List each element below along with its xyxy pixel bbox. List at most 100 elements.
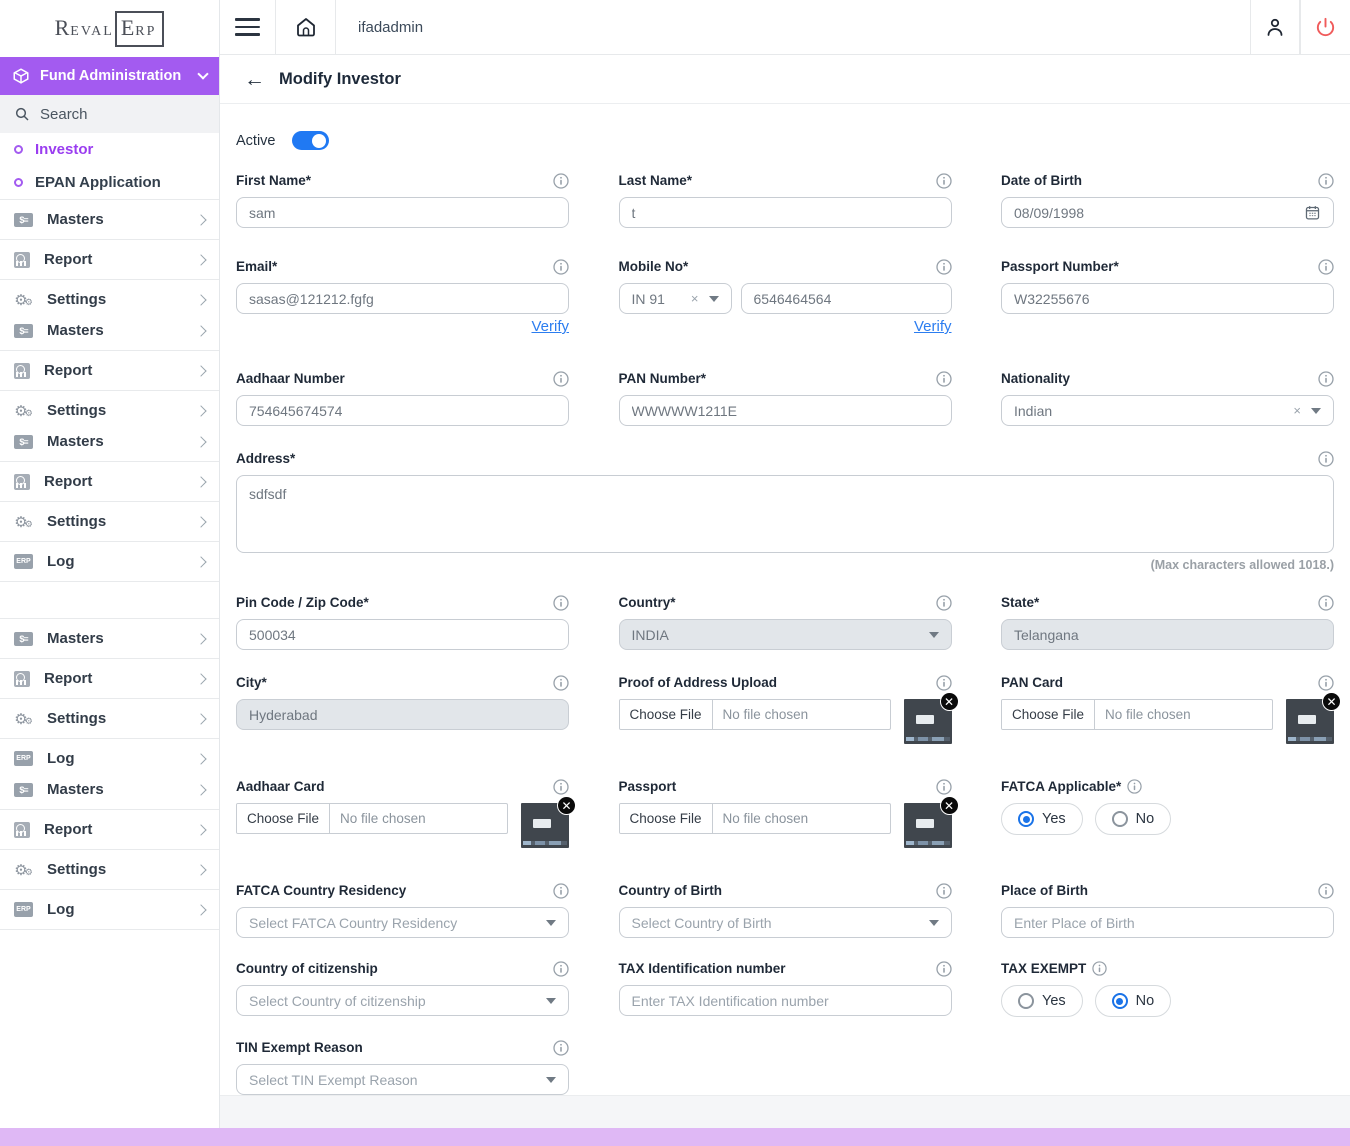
info-icon: [936, 961, 952, 977]
sidebar-item-masters[interactable]: Masters: [0, 204, 219, 235]
clear-icon[interactable]: ×: [691, 291, 699, 306]
city-field: City* Hyderabad: [236, 674, 569, 744]
email-input[interactable]: [236, 283, 569, 314]
sidebar-item-report[interactable]: Report: [0, 814, 219, 845]
citizenship-select[interactable]: Select Country of citizenship: [236, 985, 569, 1016]
hamburger-menu-button[interactable]: [220, 0, 276, 54]
aadhaar-number-input[interactable]: [236, 395, 569, 426]
country-code-value: IN 91: [632, 291, 665, 307]
info-icon: [936, 371, 952, 387]
active-toggle[interactable]: [292, 131, 329, 150]
logout-button[interactable]: [1300, 0, 1350, 54]
sidebar-item-log[interactable]: Log: [0, 743, 219, 774]
sidebar-item-settings[interactable]: Settings: [0, 506, 219, 537]
fatca-yes-radio[interactable]: Yes: [1001, 803, 1083, 835]
log-icon: [14, 751, 33, 766]
nationality-field: Nationality Indian ×: [1001, 370, 1334, 426]
home-button[interactable]: [276, 0, 336, 54]
tin-input[interactable]: [619, 985, 952, 1016]
sidebar-item-masters[interactable]: Masters: [0, 426, 219, 457]
country-code-select[interactable]: IN 91 ×: [619, 283, 732, 314]
country-label: Country*: [619, 595, 676, 610]
sidebar-item-settings[interactable]: Settings: [0, 284, 219, 315]
choose-file-button[interactable]: Choose File: [1002, 700, 1095, 729]
aadhaar-card-thumbnail[interactable]: ✕: [521, 803, 569, 848]
pin-code-input[interactable]: [236, 619, 569, 650]
sidebar-item-investor[interactable]: Investor: [0, 133, 219, 166]
report-icon: [14, 671, 30, 687]
clear-icon[interactable]: ×: [1293, 403, 1301, 418]
proof-of-address-thumbnail[interactable]: ✕: [904, 699, 952, 744]
info-icon: [553, 595, 569, 611]
aadhaar-card-file-input[interactable]: Choose File No file chosen: [236, 803, 508, 834]
info-icon: [553, 675, 569, 691]
sidebar-item-masters[interactable]: Masters: [0, 774, 219, 805]
info-icon: [553, 1040, 569, 1056]
first-name-input[interactable]: [236, 197, 569, 228]
search-input[interactable]: [40, 106, 190, 123]
sidebar-item-log[interactable]: Log: [0, 894, 219, 925]
last-name-field: Last Name*: [619, 172, 952, 228]
sidebar-item-epan-application[interactable]: EPAN Application: [0, 166, 219, 199]
passport-upload-field: Passport Choose File No file chosen ✕: [619, 778, 952, 848]
pan-card-thumbnail[interactable]: ✕: [1286, 699, 1334, 744]
remove-file-icon[interactable]: ✕: [940, 796, 959, 815]
mobile-verify-link[interactable]: Verify: [914, 318, 952, 335]
date-of-birth-input[interactable]: 08/09/1998: [1001, 197, 1334, 228]
city-label: City*: [236, 675, 267, 690]
sidebar-item-report[interactable]: Report: [0, 466, 219, 497]
sidebar-item-settings[interactable]: Settings: [0, 854, 219, 885]
back-button[interactable]: ←: [244, 69, 265, 90]
tax-exempt-no-radio[interactable]: No: [1095, 985, 1172, 1017]
sidebar-item-log[interactable]: Log: [0, 546, 219, 577]
last-name-input[interactable]: [619, 197, 952, 228]
file-status-text: No file chosen: [330, 811, 436, 826]
country-of-birth-select[interactable]: Select Country of Birth: [619, 907, 952, 938]
last-name-label: Last Name*: [619, 173, 693, 188]
sidebar-menu: Masters Report Settings Masters Report S…: [0, 199, 219, 930]
sidebar-item-masters[interactable]: Masters: [0, 315, 219, 346]
sidebar-item-label: Log: [47, 750, 183, 767]
calendar-icon[interactable]: [1304, 204, 1321, 221]
sidebar-item-label: Investor: [35, 141, 93, 158]
sidebar-item-label: Report: [44, 251, 183, 268]
sidebar-item-report[interactable]: Report: [0, 663, 219, 694]
choose-file-button[interactable]: Choose File: [620, 700, 713, 729]
remove-file-icon[interactable]: ✕: [940, 692, 959, 711]
address-textarea[interactable]: sdfsdf: [236, 475, 1334, 553]
pan-number-input[interactable]: [619, 395, 952, 426]
profile-button[interactable]: [1250, 0, 1300, 54]
sidebar-row: Report: [0, 810, 219, 850]
proof-of-address-file-input[interactable]: Choose File No file chosen: [619, 699, 891, 730]
tin-field: TAX Identification number: [619, 960, 952, 1017]
tin-exempt-reason-select[interactable]: Select TIN Exempt Reason: [236, 1064, 569, 1095]
select-placeholder: Select TIN Exempt Reason: [249, 1072, 418, 1088]
passport-number-input[interactable]: [1001, 283, 1334, 314]
chevron-down-icon: [929, 632, 939, 638]
fatca-no-radio[interactable]: No: [1095, 803, 1172, 835]
email-verify-link[interactable]: Verify: [531, 318, 569, 335]
power-icon: [1314, 16, 1337, 39]
sidebar-item-report[interactable]: Report: [0, 244, 219, 275]
passport-file-input[interactable]: Choose File No file chosen: [619, 803, 891, 834]
place-of-birth-input[interactable]: [1001, 907, 1334, 938]
remove-file-icon[interactable]: ✕: [1322, 692, 1341, 711]
choose-file-button[interactable]: Choose File: [237, 804, 330, 833]
sidebar-item-settings[interactable]: Settings: [0, 395, 219, 426]
sidebar-item-masters[interactable]: Masters: [0, 623, 219, 654]
pan-card-file-input[interactable]: Choose File No file chosen: [1001, 699, 1273, 730]
remove-file-icon[interactable]: ✕: [557, 796, 576, 815]
passport-thumbnail[interactable]: ✕: [904, 803, 952, 848]
sidebar-row: Settings Masters: [0, 391, 219, 462]
nationality-select[interactable]: Indian ×: [1001, 395, 1334, 426]
tax-exempt-yes-radio[interactable]: Yes: [1001, 985, 1083, 1017]
module-selector[interactable]: Fund Administration: [0, 57, 219, 95]
logo-part: EVAL: [70, 24, 114, 40]
sidebar-item-report[interactable]: Report: [0, 355, 219, 386]
chevron-right-icon: [195, 864, 206, 875]
chevron-right-icon: [195, 325, 206, 336]
sidebar-item-settings[interactable]: Settings: [0, 703, 219, 734]
choose-file-button[interactable]: Choose File: [620, 804, 713, 833]
mobile-number-input[interactable]: [741, 283, 952, 314]
fatca-country-select[interactable]: Select FATCA Country Residency: [236, 907, 569, 938]
